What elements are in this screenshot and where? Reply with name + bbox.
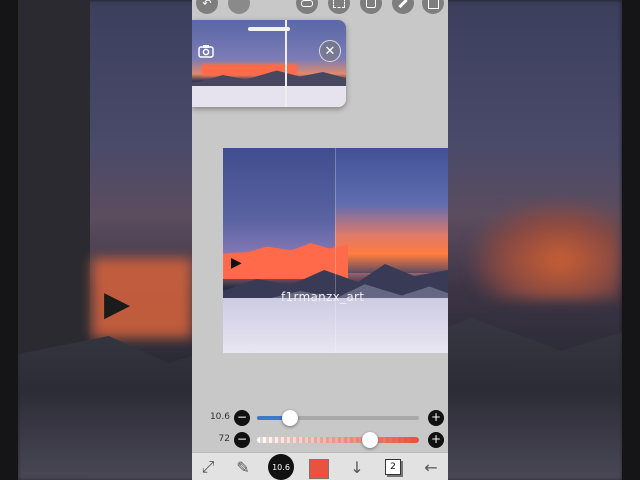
check-tool-button[interactable] <box>422 0 444 14</box>
close-icon: ✕ <box>324 43 336 59</box>
transform-icon: ⤢ <box>201 457 215 476</box>
opacity-slider-row: 72 − + <box>192 432 448 448</box>
hand-tool-button[interactable] <box>360 0 382 14</box>
arrow-left-icon: ← <box>424 457 438 477</box>
ruler-tool-button[interactable] <box>392 0 414 14</box>
brush-tool-button[interactable]: ✎ <box>232 457 254 477</box>
canvas-sunset-sky <box>335 148 448 273</box>
preview-snow <box>192 86 346 107</box>
opacity-plus-button[interactable]: + <box>428 432 444 448</box>
color-swatch-button[interactable] <box>309 459 329 479</box>
brush-size-label: 10.6 <box>272 462 290 472</box>
transform-tool-button[interactable]: ⤢ <box>198 457 218 477</box>
app-screen: ↶ ✕ f1rmanzx_art ▶ 10.6 − + 72 − + ⤢ ✎ 1… <box>192 0 448 480</box>
brush-size-minus-button[interactable]: − <box>234 410 250 426</box>
canvas-split-line <box>335 148 336 353</box>
drawing-canvas[interactable]: f1rmanzx_art ▶ <box>223 148 448 353</box>
background-glow-right <box>470 200 620 300</box>
redo-button[interactable] <box>228 0 250 14</box>
camera-icon[interactable] <box>198 44 216 60</box>
arrow-down-icon: ↓ <box>350 457 364 477</box>
background-left-band <box>0 0 18 480</box>
brush-size-button[interactable]: 10.6 <box>268 454 294 480</box>
opacity-slider[interactable] <box>257 432 419 448</box>
brush-size-value: 10.6 <box>209 412 230 422</box>
undo-icon: ↶ <box>202 0 212 10</box>
toggle-icon <box>301 0 313 7</box>
opacity-value: 72 <box>218 434 230 444</box>
hand-icon <box>366 0 376 8</box>
selection-icon <box>333 0 345 8</box>
brush-icon: ✎ <box>236 457 250 477</box>
cursor-icon: ▶ <box>231 255 242 271</box>
brush-size-slider-row: 10.6 − + <box>192 410 448 426</box>
brush-size-slider-thumb[interactable] <box>282 410 298 426</box>
close-preview-button[interactable]: ✕ <box>319 40 341 62</box>
selection-tool-button[interactable] <box>328 0 350 14</box>
download-button[interactable]: ↓ <box>347 457 367 477</box>
preview-split-line <box>285 20 287 107</box>
brush-size-plus-button[interactable]: + <box>428 410 444 426</box>
undo-button[interactable]: ↶ <box>196 0 218 14</box>
toggle-tool-button[interactable] <box>296 0 318 14</box>
check-icon <box>427 0 439 9</box>
ruler-icon <box>398 0 408 8</box>
preview-drag-handle[interactable] <box>248 27 290 31</box>
opacity-minus-button[interactable]: − <box>234 432 250 448</box>
top-toolbar: ↶ <box>192 0 448 18</box>
reference-preview-window[interactable]: ✕ <box>192 20 346 107</box>
opacity-slider-thumb[interactable] <box>362 432 378 448</box>
background-cursor-icon: ▶ <box>104 284 131 324</box>
back-button[interactable]: ← <box>420 457 442 477</box>
watermark-text: f1rmanzx_art <box>281 290 365 304</box>
background-right-band <box>622 0 640 480</box>
layer-count-label: 2 <box>390 462 396 472</box>
brush-size-slider[interactable] <box>257 410 419 426</box>
bottom-toolbar: ⤢ ✎ 10.6 ↓ 2 ← <box>192 452 448 480</box>
layers-button[interactable]: 2 <box>385 459 401 475</box>
